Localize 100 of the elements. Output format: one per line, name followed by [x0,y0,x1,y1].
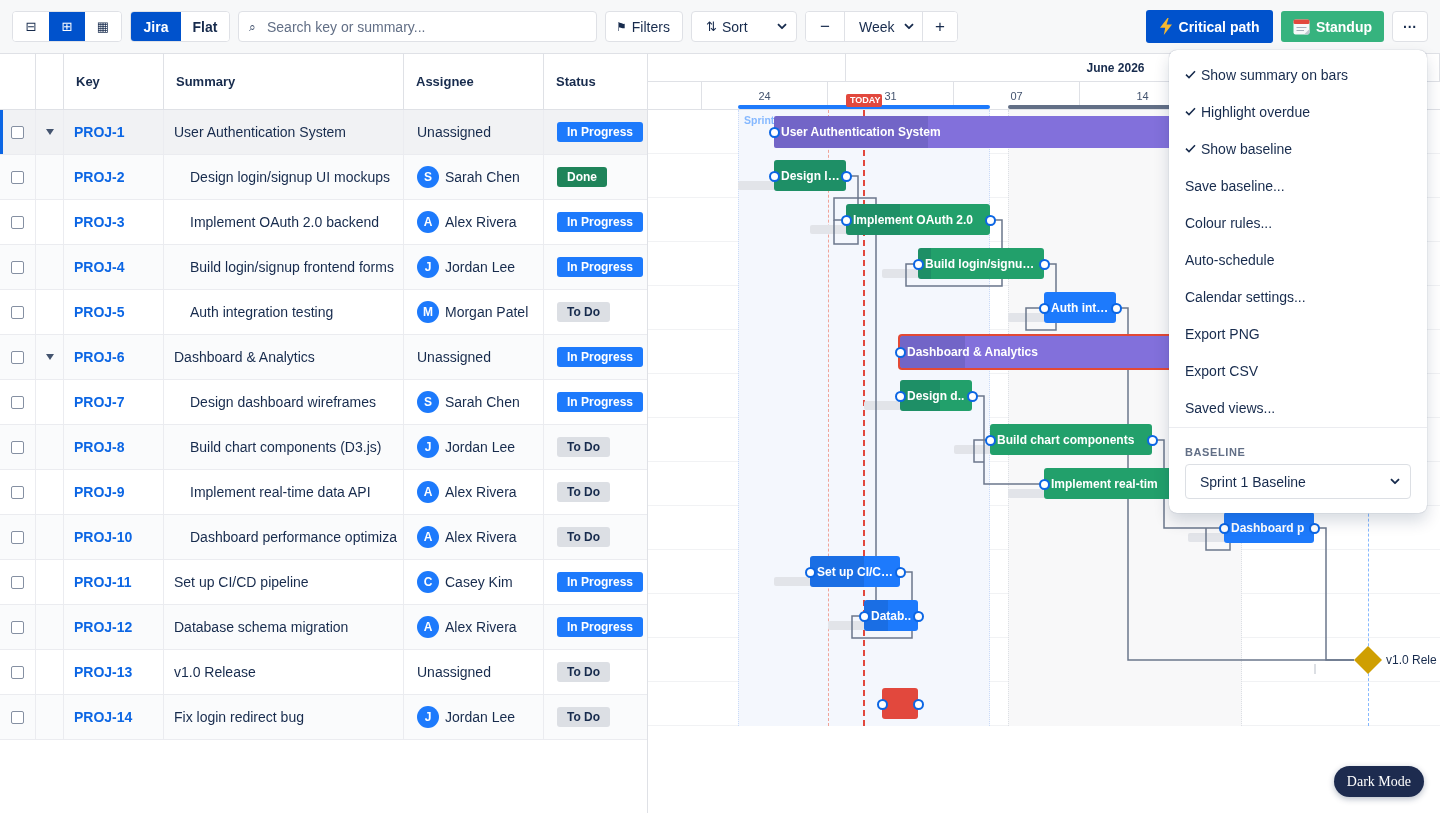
connector-handle-icon[interactable] [894,390,906,402]
column-header[interactable]: Summary [176,74,236,89]
issue-key[interactable]: PROJ-12 [74,619,133,635]
row-checkbox[interactable] [11,440,24,454]
menu-item[interactable]: Export PNG [1169,315,1427,352]
connector-handle-icon[interactable] [984,214,996,226]
critical-path-button[interactable]: Critical path [1146,10,1273,43]
issue-key[interactable]: PROJ-2 [74,169,125,185]
issue-summary: v1.0 Release [174,664,256,680]
connector-handle-icon[interactable] [912,610,924,622]
issue-key[interactable]: PROJ-13 [74,664,133,680]
issue-key[interactable]: PROJ-14 [74,709,133,725]
menu-item[interactable]: Export CSV [1169,352,1427,389]
table-row[interactable]: PROJ-4 Build login/signup frontend forms J Jordan Lee In Progress [0,245,647,290]
filters-button[interactable]: ⚑ Filters [605,11,683,42]
column-header[interactable]: Status [556,74,596,89]
connector-handle-icon[interactable] [1146,434,1158,446]
task-bar[interactable]: Design d.. [900,380,972,411]
connector-handle-icon[interactable] [1218,522,1230,534]
table-row[interactable]: PROJ-10 Dashboard performance optimiza A Alex Rivera To Do [0,515,647,560]
zoom-in-button[interactable]: + [922,12,957,41]
summary-bar[interactable]: User Authentication System [774,116,1169,148]
menu-item[interactable]: Saved views... [1169,389,1427,426]
baseline-select[interactable]: Sprint 1 Baseline [1185,464,1411,499]
row-checkbox[interactable] [11,170,24,184]
view-mode-button[interactable]: ⊞ [49,12,85,41]
task-bar[interactable]: Datab.. [864,600,918,631]
issue-key[interactable]: PROJ-5 [74,304,125,320]
connector-handle-icon[interactable] [912,698,924,710]
issue-key[interactable]: PROJ-3 [74,214,125,230]
issue-key[interactable]: PROJ-7 [74,394,125,410]
row-checkbox[interactable] [11,215,24,229]
connector-handle-icon[interactable] [966,390,978,402]
task-bar[interactable]: Dashboard p [1224,512,1314,543]
row-checkbox[interactable] [11,125,24,139]
table-row[interactable]: PROJ-12 Database schema migration A Alex Rivera In Progress [0,605,647,650]
more-button[interactable]: ··· [1392,11,1428,42]
row-checkbox[interactable] [11,305,24,319]
connector-handle-icon[interactable] [1038,478,1050,490]
table-row[interactable]: PROJ-2 Design login/signup UI mockups S Sarah Chen Done [0,155,647,200]
search-field[interactable]: ⌕ Search key or summary... [238,11,597,42]
expand-caret-icon[interactable] [45,354,54,360]
menu-item[interactable]: Colour rules... [1169,204,1427,241]
expand-caret-icon[interactable] [45,129,54,135]
row-checkbox[interactable] [11,260,24,274]
column-header[interactable]: Key [76,74,100,89]
connector-handle-icon[interactable] [984,434,996,446]
dark-mode-button[interactable]: Dark Mode [1333,766,1424,797]
connector-handle-icon[interactable] [804,566,816,578]
connector-handle-icon[interactable] [768,126,780,138]
connector-handle-icon[interactable] [912,258,924,270]
connector-handle-icon[interactable] [1110,302,1122,314]
row-checkbox[interactable] [11,530,24,544]
task-bar[interactable] [882,688,918,719]
row-checkbox[interactable] [11,710,24,724]
issue-key[interactable]: PROJ-9 [74,484,125,500]
issue-key[interactable]: PROJ-8 [74,439,125,455]
menu-item[interactable]: Show summary on bars [1169,56,1427,93]
assignee-avatar: A [417,526,439,548]
row-checkbox[interactable] [11,575,24,589]
table-row[interactable]: PROJ-1 User Authentication System Unassigned In Progress [0,110,647,155]
task-bar[interactable]: Set up CI/C… [810,556,900,587]
sort-select[interactable]: ⇅ Sort [691,11,797,42]
table-row[interactable]: PROJ-8 Build chart components (D3.js) J Jordan Lee To Do [0,425,647,470]
menu-item[interactable]: Show baseline [1169,130,1427,167]
issue-key[interactable]: PROJ-6 [74,349,125,365]
row-checkbox[interactable] [11,665,24,679]
connector-handle-icon[interactable] [1038,258,1050,270]
search-input[interactable]: Search key or summary... [267,12,596,41]
table-row[interactable]: PROJ-6 Dashboard & Analytics Unassigned In Progress [0,335,647,380]
status-lozenge: In Progress [557,392,644,412]
task-bar[interactable]: Design l… [774,160,846,191]
check-icon [1185,70,1196,79]
connector-handle-icon[interactable] [840,170,852,182]
menu-item[interactable]: Auto-schedule [1169,241,1427,278]
menu-item[interactable]: Save baseline... [1169,167,1427,204]
connector-handle-icon[interactable] [1308,522,1320,534]
row-checkbox[interactable] [11,350,24,364]
task-bar[interactable]: Auth int… [1044,292,1116,323]
row-checkbox[interactable] [11,485,24,499]
connector-handle-icon[interactable] [840,214,852,226]
column-header[interactable]: Assignee [416,74,474,89]
issue-key[interactable]: PROJ-4 [74,259,125,275]
connector-handle-icon[interactable] [894,566,906,578]
issue-key[interactable]: PROJ-1 [74,124,125,140]
row-checkbox[interactable] [11,395,24,409]
connector-handle-icon[interactable] [894,346,906,358]
menu-item[interactable]: Highlight overdue [1169,93,1427,130]
connector-handle-icon[interactable] [1038,302,1050,314]
issue-key[interactable]: PROJ-10 [74,529,133,545]
connector-handle-icon[interactable] [768,170,780,182]
connector-handle-icon[interactable] [876,698,888,710]
summary-bar[interactable]: Dashboard & Analytics [898,334,1169,370]
connector-handle-icon[interactable] [858,610,870,622]
row-checkbox[interactable] [11,620,24,634]
hierarchy-mode-tab[interactable]: Jira [131,12,181,41]
table-row[interactable]: PROJ-14 Fix login redirect bug J Jordan Lee To Do [0,695,647,740]
menu-item[interactable]: Calendar settings... [1169,278,1427,315]
issue-key[interactable]: PROJ-11 [74,574,132,590]
flag-icon: ⚑ [616,19,627,34]
